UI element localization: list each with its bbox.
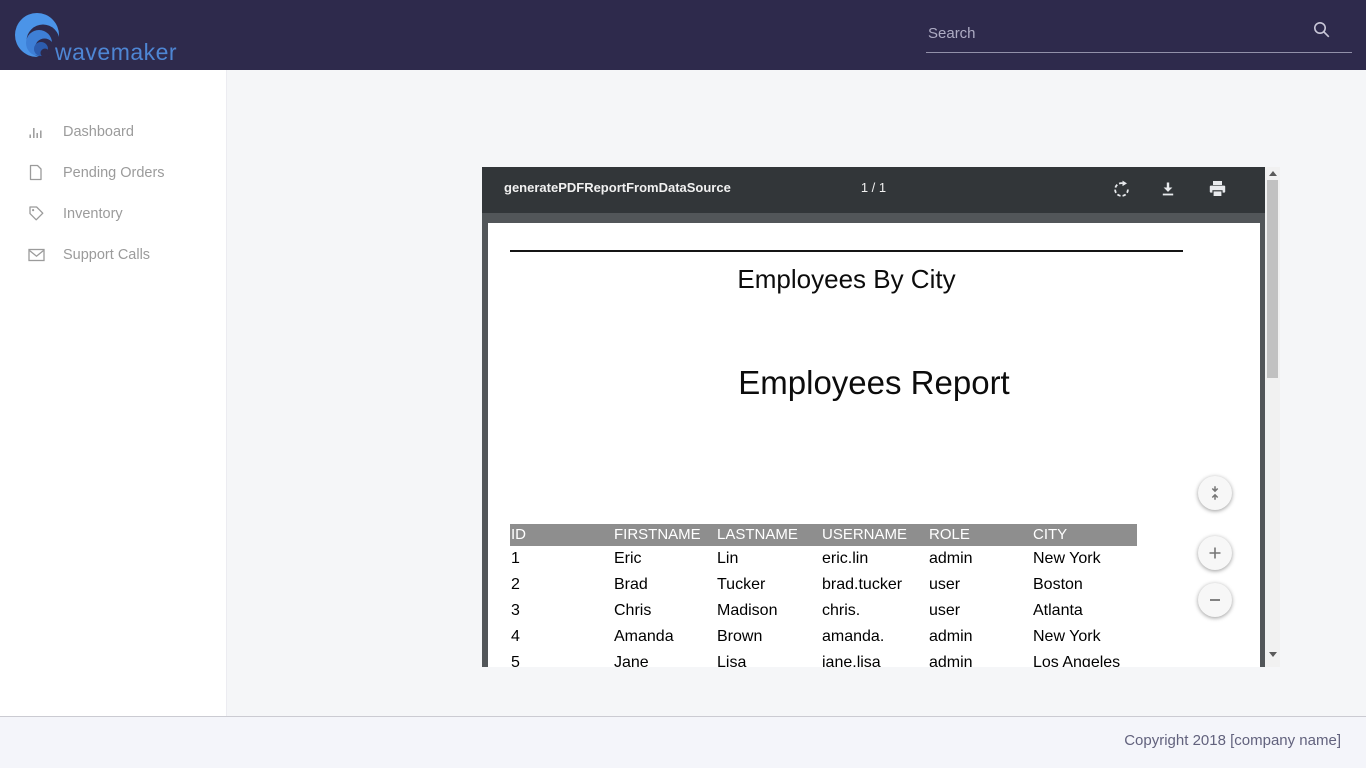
sidebar-item-label: Inventory (63, 206, 123, 222)
cell-city: New York (1032, 624, 1137, 650)
envelope-icon (28, 246, 45, 263)
cell-id: 4 (510, 624, 613, 650)
sidebar-nav: Dashboard Pending Orders Inventory Suppo… (0, 70, 227, 716)
table-row: 2 Brad Tucker brad.tucker user Boston (510, 572, 1137, 598)
col-header: FIRSTNAME (613, 524, 716, 546)
cell-role: user (928, 572, 1032, 598)
cell-firstname: Jane (613, 650, 716, 667)
header-rule (510, 250, 1183, 252)
cell-city: Los Angeles (1032, 650, 1137, 667)
scrollbar-thumb[interactable] (1267, 180, 1278, 378)
cell-id: 5 (510, 650, 613, 667)
cell-firstname: Brad (613, 572, 716, 598)
col-header: USERNAME (821, 524, 928, 546)
rotate-icon[interactable] (1112, 180, 1132, 200)
cell-city: Boston (1032, 572, 1137, 598)
table-row: 3 Chris Madison chris. user Atlanta (510, 598, 1137, 624)
pdf-viewer: 1 / 1 generatePDFReportFromDataSource (482, 167, 1280, 667)
cell-city: New York (1032, 546, 1137, 572)
app-footer: Copyright 2018 [company name] (0, 716, 1366, 768)
cell-lastname: Brown (716, 624, 821, 650)
cell-lastname: Tucker (716, 572, 821, 598)
cell-id: 1 (510, 546, 613, 572)
cell-lastname: Lisa (716, 650, 821, 667)
sidebar-item-pending-orders[interactable]: Pending Orders (0, 152, 226, 193)
sidebar-item-label: Support Calls (63, 247, 150, 263)
logo-text: wavemaker (55, 39, 177, 66)
search-input[interactable] (928, 21, 1308, 45)
cell-role: admin (928, 546, 1032, 572)
table-row: 5 Jane Lisa jane.lisa admin Los Angeles (510, 650, 1137, 667)
sidebar-item-label: Dashboard (63, 124, 134, 140)
cell-role: admin (928, 624, 1032, 650)
app-header: wavemaker (0, 0, 1366, 70)
cell-username: chris. (821, 598, 928, 624)
wavemaker-logo[interactable]: wavemaker (13, 6, 213, 64)
zoom-in-button[interactable] (1198, 536, 1232, 570)
cell-id: 2 (510, 572, 613, 598)
col-header: CITY (1032, 524, 1137, 546)
cell-lastname: Lin (716, 546, 821, 572)
main-content: 1 / 1 generatePDFReportFromDataSource (227, 70, 1366, 716)
cell-id: 3 (510, 598, 613, 624)
sidebar-item-support-calls[interactable]: Support Calls (0, 234, 226, 275)
pdf-toolbar: 1 / 1 generatePDFReportFromDataSource (482, 167, 1265, 213)
sidebar-item-inventory[interactable]: Inventory (0, 193, 226, 234)
cell-username: eric.lin (821, 546, 928, 572)
bar-chart-icon (28, 123, 45, 140)
minus-icon (1207, 592, 1223, 608)
scroll-up-arrow-icon[interactable] (1265, 167, 1280, 180)
cell-lastname: Madison (716, 598, 821, 624)
pdf-canvas-area: Employees By City Employees Report ID FI… (482, 213, 1265, 667)
fit-to-page-icon (1207, 485, 1223, 501)
cell-city: Atlanta (1032, 598, 1137, 624)
col-header: LASTNAME (716, 524, 821, 546)
cell-firstname: Eric (613, 546, 716, 572)
pdf-page: Employees By City Employees Report ID FI… (488, 223, 1260, 667)
search-icon[interactable] (1313, 21, 1330, 38)
cell-role: admin (928, 650, 1032, 667)
sidebar-item-dashboard[interactable]: Dashboard (0, 111, 226, 152)
pdf-title: generatePDFReportFromDataSource (504, 180, 731, 195)
cell-role: user (928, 598, 1032, 624)
employees-table: ID FIRSTNAME LASTNAME USERNAME ROLE CITY… (510, 524, 1137, 667)
zoom-out-button[interactable] (1198, 583, 1232, 617)
cell-firstname: Chris (613, 598, 716, 624)
cell-username: brad.tucker (821, 572, 928, 598)
cell-username: jane.lisa (821, 650, 928, 667)
tag-icon (28, 205, 45, 222)
print-icon[interactable] (1208, 180, 1228, 200)
pdf-scrollbar (1265, 167, 1280, 667)
table-row: 1 Eric Lin eric.lin admin New York (510, 546, 1137, 572)
report-title: Employees Report (488, 364, 1260, 402)
scroll-down-arrow-icon[interactable] (1265, 648, 1280, 661)
download-icon[interactable] (1159, 180, 1179, 200)
sidebar-item-label: Pending Orders (63, 165, 165, 181)
document-heading: Employees By City (510, 264, 1183, 295)
table-header-row: ID FIRSTNAME LASTNAME USERNAME ROLE CITY (510, 524, 1137, 546)
fit-to-page-button[interactable] (1198, 476, 1232, 510)
plus-icon (1207, 545, 1223, 561)
cell-firstname: Amanda (613, 624, 716, 650)
col-header: ID (510, 524, 613, 546)
table-row: 4 Amanda Brown amanda. admin New York (510, 624, 1137, 650)
copyright-text: Copyright 2018 [company name] (1124, 732, 1341, 749)
file-icon (28, 164, 45, 181)
cell-username: amanda. (821, 624, 928, 650)
search-box (926, 13, 1352, 53)
col-header: ROLE (928, 524, 1032, 546)
